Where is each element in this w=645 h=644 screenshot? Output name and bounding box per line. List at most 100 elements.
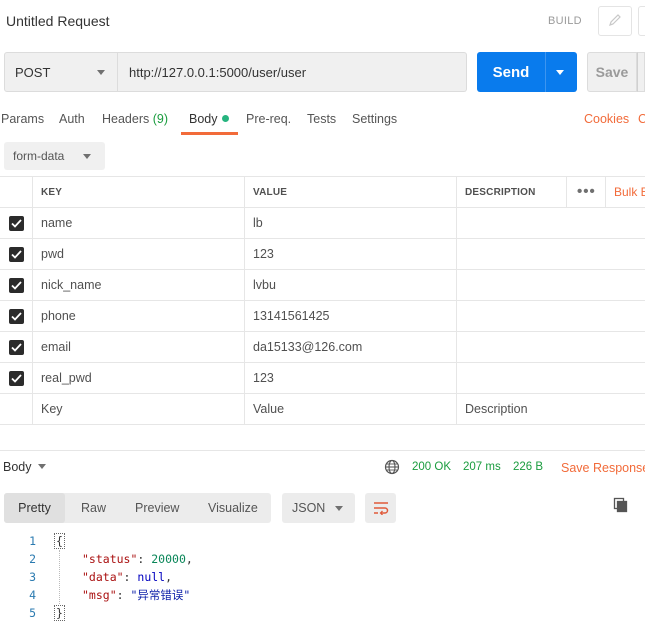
response-time[interactable]: 207 ms bbox=[463, 461, 501, 473]
table-row: phone 13141561425 bbox=[0, 301, 645, 332]
tab-prereq[interactable]: Pre-req. bbox=[246, 112, 291, 126]
json-null: null bbox=[137, 570, 166, 584]
row-checkbox[interactable] bbox=[8, 277, 24, 293]
row-description[interactable] bbox=[457, 363, 645, 393]
chevron-down-icon bbox=[335, 506, 343, 511]
checkmark-icon bbox=[10, 249, 22, 259]
json-comma: , bbox=[185, 552, 193, 566]
tab-body[interactable]: Body bbox=[189, 112, 229, 126]
tab-headers[interactable]: Headers (9) bbox=[102, 112, 168, 126]
line-number: 1 bbox=[29, 534, 36, 548]
wrap-icon bbox=[373, 502, 388, 515]
tab-visualize[interactable]: Visualize bbox=[208, 493, 258, 523]
tab-auth[interactable]: Auth bbox=[59, 112, 85, 126]
json-colon: : bbox=[123, 570, 138, 584]
json-comma: , bbox=[165, 570, 173, 584]
table-row-new: Key Value Description bbox=[0, 394, 645, 425]
table-row: email da15133@126.com bbox=[0, 332, 645, 363]
row-key[interactable]: name bbox=[33, 208, 245, 238]
row-key[interactable]: email bbox=[33, 332, 245, 362]
table-header: KEY VALUE DESCRIPTION ••• Bulk Edit bbox=[0, 177, 645, 208]
pencil-icon bbox=[608, 13, 622, 30]
globe-icon[interactable] bbox=[384, 459, 400, 478]
new-value-input[interactable]: Value bbox=[245, 394, 457, 424]
row-value[interactable]: 123 bbox=[245, 239, 457, 269]
edit-button[interactable] bbox=[598, 6, 632, 36]
json-colon: : bbox=[137, 552, 152, 566]
json-string: "异常错误" bbox=[130, 588, 191, 602]
status-code[interactable]: 200 OK bbox=[412, 461, 451, 473]
tab-tests[interactable]: Tests bbox=[307, 112, 336, 126]
cookies-link[interactable]: Cookies bbox=[584, 112, 629, 126]
method-select[interactable]: POST bbox=[4, 52, 118, 92]
send-button[interactable]: Send bbox=[477, 52, 577, 92]
indent-guide bbox=[59, 550, 60, 604]
url-input[interactable] bbox=[118, 52, 467, 92]
response-size[interactable]: 226 B bbox=[513, 461, 543, 473]
new-description-input[interactable]: Description bbox=[457, 394, 645, 424]
row-checkbox[interactable] bbox=[8, 308, 24, 324]
response-code-viewer[interactable]: 1 { 2 "status": 20000, 3 "data": null, 4… bbox=[0, 532, 645, 622]
row-description[interactable] bbox=[457, 208, 645, 238]
column-value: VALUE bbox=[245, 177, 457, 207]
table-row: real_pwd 123 bbox=[0, 363, 645, 394]
chevron-down-icon bbox=[97, 70, 105, 75]
tab-preview[interactable]: Preview bbox=[135, 493, 179, 523]
comment-button[interactable] bbox=[638, 6, 645, 36]
active-tab-indicator bbox=[181, 132, 238, 135]
send-label: Send bbox=[492, 63, 530, 81]
copy-icon[interactable] bbox=[613, 497, 629, 516]
row-key[interactable]: phone bbox=[33, 301, 245, 331]
row-checkbox[interactable] bbox=[8, 339, 24, 355]
row-description[interactable] bbox=[457, 270, 645, 300]
save-dropdown[interactable] bbox=[637, 52, 645, 92]
row-key[interactable]: pwd bbox=[33, 239, 245, 269]
tab-settings[interactable]: Settings bbox=[352, 112, 397, 126]
body-type-select[interactable]: form-data bbox=[4, 142, 105, 170]
build-label[interactable]: BUILD bbox=[548, 15, 582, 27]
table-row: pwd 123 bbox=[0, 239, 645, 270]
more-options-icon[interactable]: ••• bbox=[577, 183, 596, 200]
response-body-select[interactable]: Body bbox=[3, 460, 46, 474]
json-number: 20000 bbox=[151, 552, 186, 566]
bulk-edit-link[interactable]: Bulk Edit bbox=[605, 177, 645, 207]
tab-raw[interactable]: Raw bbox=[81, 493, 106, 523]
row-key[interactable]: nick_name bbox=[33, 270, 245, 300]
url-bar: POST Send Save bbox=[0, 52, 645, 92]
active-dot-icon bbox=[221, 115, 229, 122]
headers-count: (9) bbox=[152, 112, 169, 126]
form-data-table: KEY VALUE DESCRIPTION ••• Bulk Edit name… bbox=[0, 176, 645, 425]
row-check-cell bbox=[0, 332, 33, 362]
row-checkbox[interactable] bbox=[8, 370, 24, 386]
chevron-down-icon[interactable] bbox=[556, 69, 564, 75]
row-value[interactable]: 123 bbox=[245, 363, 457, 393]
row-value[interactable]: da15133@126.com bbox=[245, 332, 457, 362]
save-response-button[interactable]: Save Response bbox=[561, 461, 645, 475]
row-value[interactable]: lvbu bbox=[245, 270, 457, 300]
line-number: 4 bbox=[29, 588, 36, 602]
wrap-lines-button[interactable] bbox=[365, 493, 396, 523]
row-checkbox[interactable] bbox=[8, 246, 24, 262]
row-description[interactable] bbox=[457, 239, 645, 269]
row-key[interactable]: real_pwd bbox=[33, 363, 245, 393]
code-link[interactable]: C bbox=[638, 112, 645, 126]
code-text: "status": 20000, bbox=[82, 550, 193, 568]
row-description[interactable] bbox=[457, 301, 645, 331]
format-select[interactable]: JSON bbox=[282, 493, 355, 523]
save-button[interactable]: Save bbox=[587, 52, 637, 92]
row-checkbox[interactable] bbox=[8, 215, 24, 231]
new-key-input[interactable]: Key bbox=[33, 394, 245, 424]
row-description[interactable] bbox=[457, 332, 645, 362]
line-number: 3 bbox=[29, 570, 36, 584]
row-value[interactable]: 13141561425 bbox=[245, 301, 457, 331]
column-key: KEY bbox=[33, 177, 245, 207]
row-check-cell bbox=[0, 239, 33, 269]
tab-params[interactable]: Params bbox=[1, 112, 44, 126]
row-value[interactable]: lb bbox=[245, 208, 457, 238]
code-text: "data": null, bbox=[82, 568, 172, 586]
code-text: { bbox=[54, 532, 65, 550]
table-row: nick_name lvbu bbox=[0, 270, 645, 301]
request-title[interactable]: Untitled Request bbox=[6, 13, 110, 29]
checkmark-icon bbox=[10, 280, 22, 290]
tab-pretty[interactable]: Pretty bbox=[4, 493, 65, 523]
